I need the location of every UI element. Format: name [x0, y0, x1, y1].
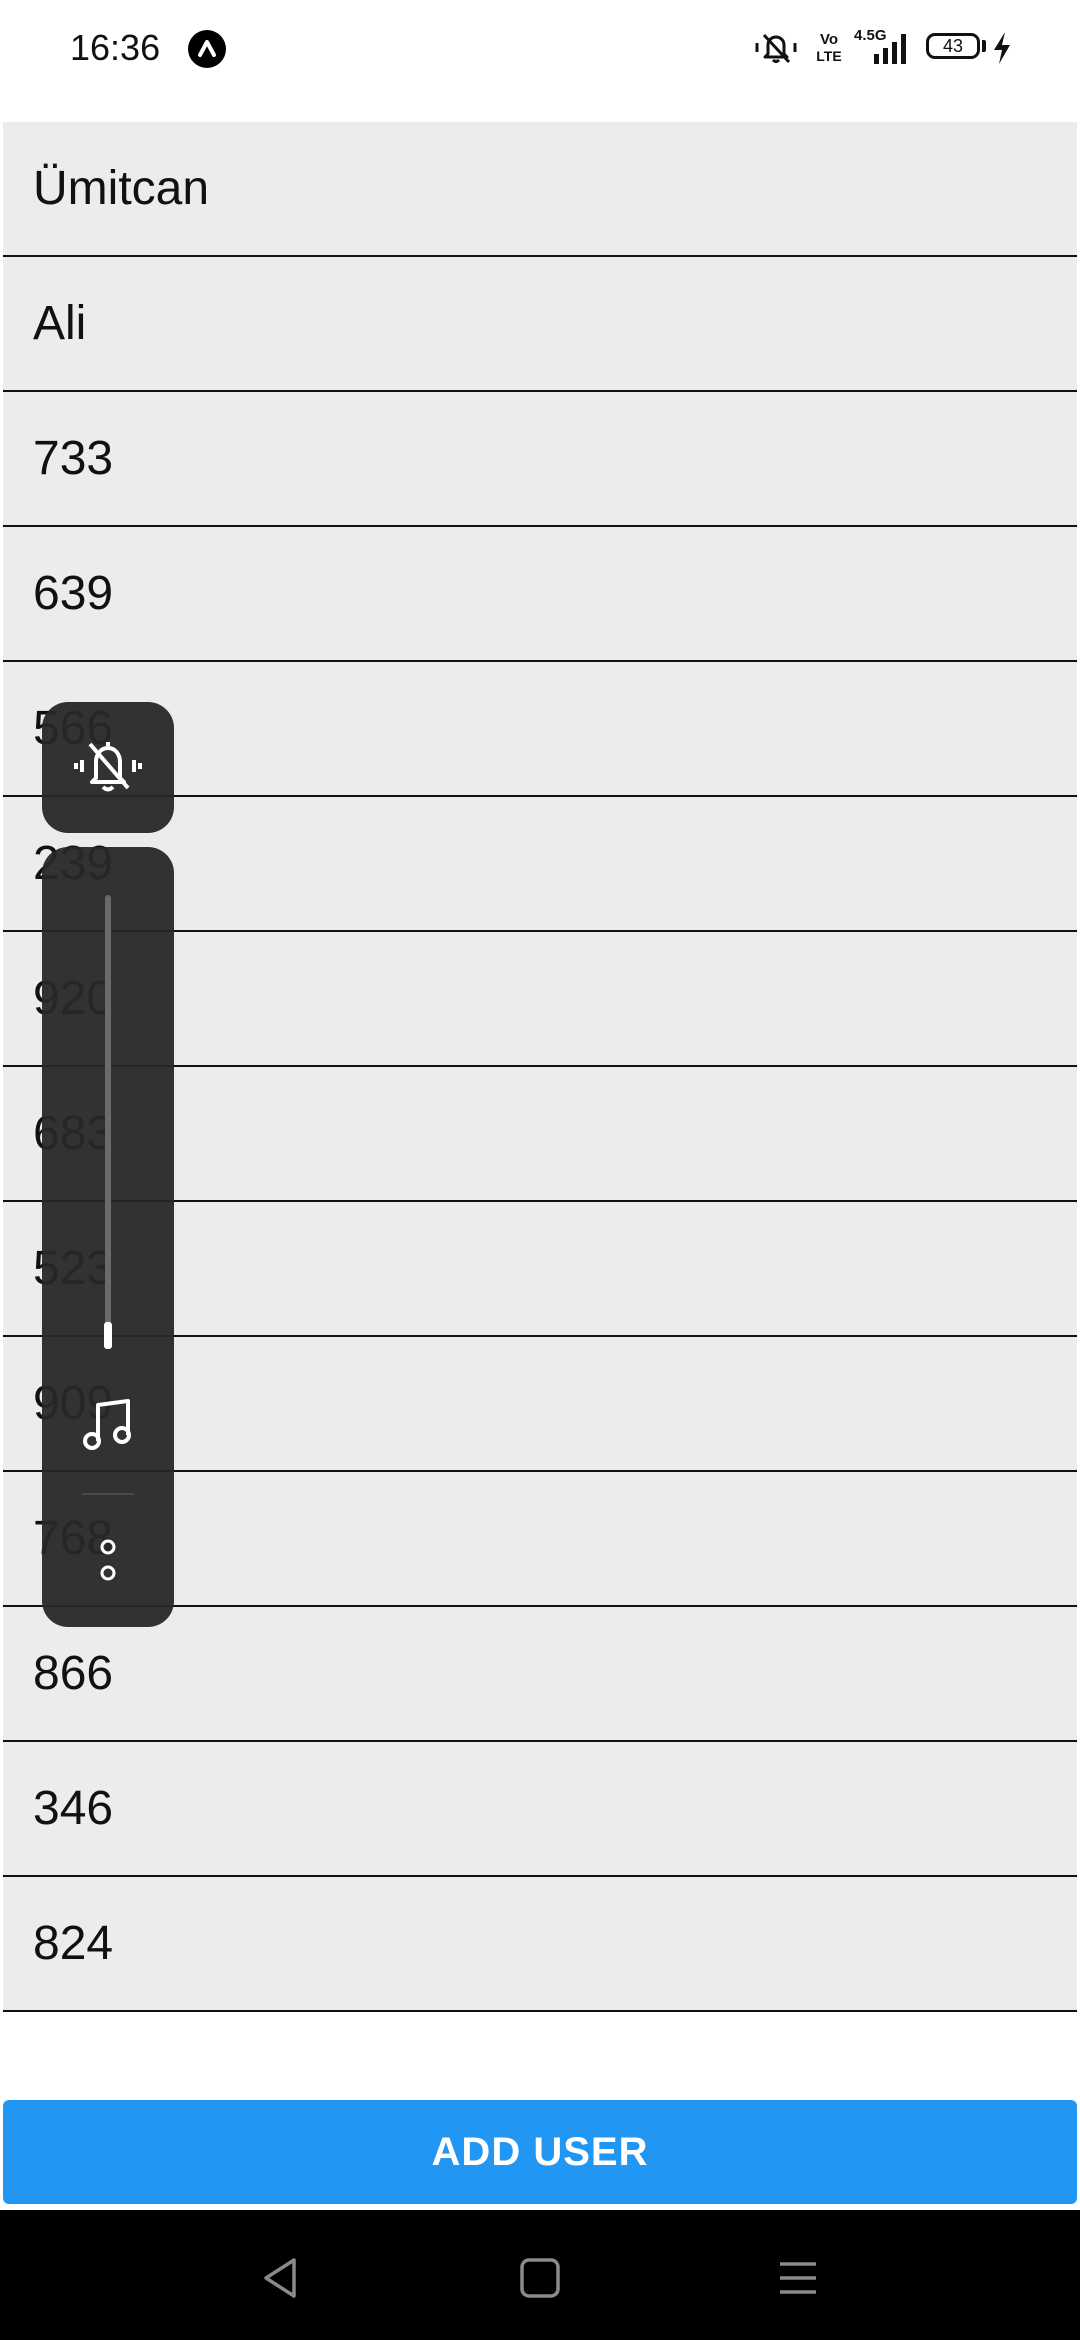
- navigation-bar: [0, 2210, 1080, 2340]
- list-item-label: Ali: [33, 297, 87, 350]
- volume-divider: [82, 1493, 134, 1495]
- list-item-label: 346: [33, 1782, 114, 1835]
- status-bar: 16:36 Vo LTE 4.5G 43: [0, 0, 1080, 96]
- back-icon[interactable]: [254, 2250, 310, 2306]
- list-item[interactable]: 639: [3, 527, 1077, 662]
- app-notification-icon: [188, 30, 226, 68]
- ringer-mode-button[interactable]: [42, 702, 174, 833]
- battery-tip: [982, 40, 986, 52]
- list-item-label: 639: [33, 567, 114, 620]
- list-item[interactable]: 866: [3, 1607, 1077, 1742]
- recents-icon[interactable]: [770, 2250, 826, 2306]
- status-time: 16:36: [70, 27, 161, 68]
- more-options-icon[interactable]: [90, 1537, 126, 1592]
- volume-panel: [42, 847, 174, 1627]
- list-item[interactable]: 733: [3, 392, 1077, 527]
- list-item[interactable]: Ali: [3, 257, 1077, 392]
- bell-off-vibrate-icon: [72, 732, 144, 809]
- list-item[interactable]: Ümitcan: [3, 122, 1077, 257]
- svg-text:Vo: Vo: [820, 31, 838, 48]
- list-item[interactable]: 346: [3, 1742, 1077, 1877]
- list-item-label: 824: [33, 1917, 114, 1970]
- volte-icon: Vo LTE: [814, 28, 844, 71]
- music-note-icon[interactable]: [76, 1393, 140, 1462]
- battery-icon: 43: [926, 33, 980, 59]
- signal-icon: [856, 28, 912, 71]
- list-item-label: 866: [33, 1647, 114, 1700]
- volume-slider-track[interactable]: [105, 895, 111, 1345]
- list-item-label: 733: [33, 432, 114, 485]
- charging-icon: [990, 30, 1014, 71]
- vibrate-mute-icon: [752, 30, 800, 71]
- list-item[interactable]: 824: [3, 1877, 1077, 2012]
- volume-slider-level[interactable]: [104, 1322, 112, 1349]
- list-item-label: Ümitcan: [33, 162, 210, 215]
- home-icon[interactable]: [512, 2250, 568, 2306]
- add-user-button[interactable]: ADD USER: [3, 2100, 1077, 2204]
- svg-text:LTE: LTE: [816, 48, 841, 64]
